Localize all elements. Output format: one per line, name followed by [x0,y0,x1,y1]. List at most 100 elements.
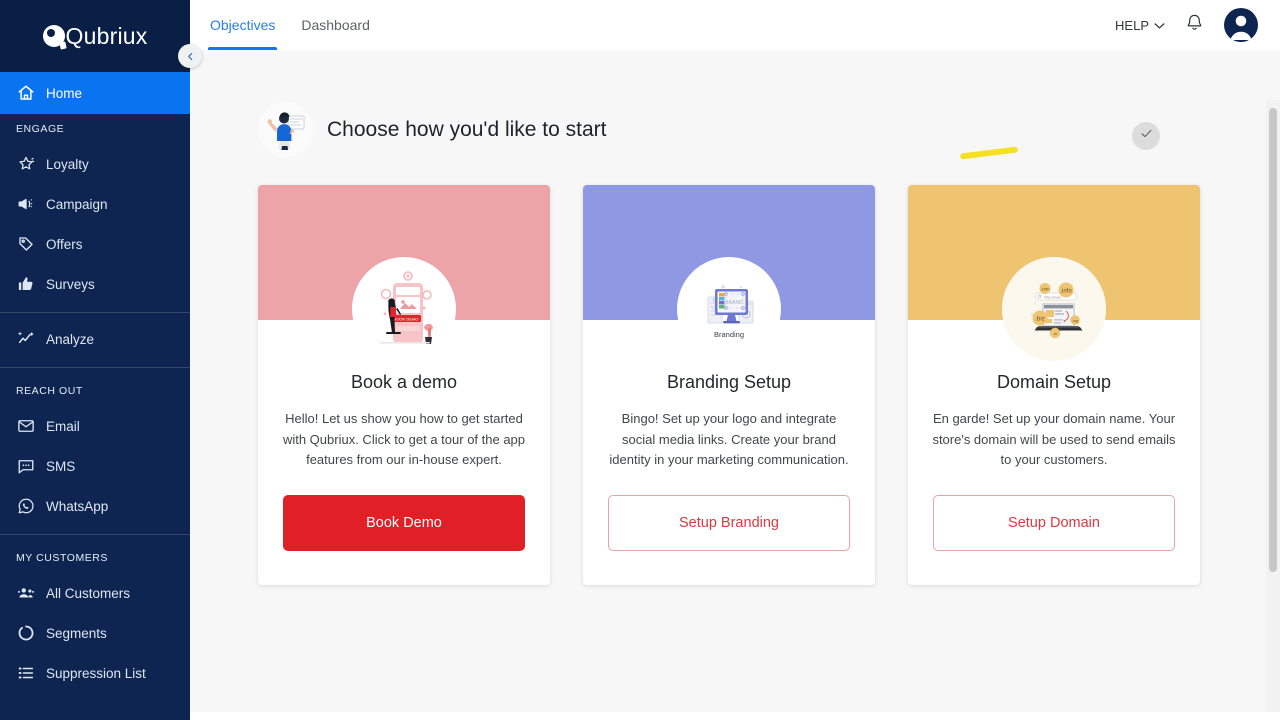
sidebar-divider [0,534,190,535]
svg-text:.biz: .biz [1035,316,1045,323]
sidebar-item-suppression-list[interactable]: Suppression List [0,653,190,693]
check-circle-icon [1139,126,1154,146]
button-label: Setup Branding [679,514,779,531]
sidebar-item-label: Surveys [46,276,95,292]
thumbs-up-icon [16,275,35,294]
sidebar-item-label: Email [46,418,80,434]
sidebar-item-campaign[interactable]: Campaign [0,184,190,224]
sidebar-item-label: WhatsApp [46,498,109,514]
scrollbar-thumb[interactable] [1269,108,1277,572]
sidebar-item-label: Offers [46,236,83,252]
tab-label: Objectives [210,17,276,33]
setup-domain-button[interactable]: Setup Domain [933,494,1175,551]
sidebar-item-label: SMS [46,458,76,474]
analytics-icon [16,330,35,349]
megaphone-icon [16,195,35,214]
tab-dashboard[interactable]: Dashboard [299,0,372,50]
sidebar-item-label: Segments [46,625,107,641]
card-description: En garde! Set up your domain name. Your … [932,411,1176,467]
sidebar-group-mycustomers: MY CUSTOMERS All Customers Segments Supp… [0,537,190,695]
notification-button[interactable] [1185,13,1204,37]
sidebar-item-loyalty[interactable]: Loyalty [0,144,190,184]
topbar-actions: HELP [1115,8,1258,42]
brand-logo[interactable]: Qubriux [0,0,190,72]
main-area: Objectives Dashboard HELP Choose how you… [190,0,1280,720]
sidebar-item-label: Campaign [46,196,108,212]
home-icon [16,84,35,103]
card-description: Hello! Let us show you how to get starte… [282,411,526,467]
sidebar-item-label: Analyze [46,331,95,347]
button-label: Setup Domain [1008,514,1100,531]
help-menu[interactable]: HELP [1115,18,1165,33]
sidebar-collapse-button[interactable] [178,44,202,68]
tag-icon [16,235,35,254]
svg-text:Branding: Branding [714,330,744,339]
button-label: Book Demo [366,514,442,531]
card-domain-setup[interactable]: http://www. .com .info .biz .org .in Dom… [908,185,1200,585]
card-header: BOOK DEMO [258,185,550,361]
topbar: Objectives Dashboard HELP [190,0,1280,50]
card-title: Branding Setup [666,372,792,392]
card-branding-setup[interactable]: BRAND Branding Branding Setup Bingo! Set… [583,185,875,585]
card-book-a-demo[interactable]: BOOK DEMO Book a demo Hello! Let us show… [258,185,550,585]
sidebar-item-label: Suppression List [46,665,146,681]
yellow-highlight-stroke [959,146,1019,160]
tab-objectives[interactable]: Objectives [208,0,278,50]
avatar[interactable] [1224,8,1258,42]
sidebar-item-analyze[interactable]: Analyze [0,319,190,359]
sidebar-divider [0,367,190,368]
tab-label: Dashboard [301,17,370,33]
sidebar-item-segments[interactable]: Segments [0,613,190,653]
chat-bubble-icon [16,457,35,476]
whatsapp-icon [16,497,35,516]
help-label: HELP [1115,17,1149,33]
sidebar-item-whatsapp[interactable]: WhatsApp [0,486,190,526]
bottom-strip [190,712,1280,720]
sidebar-item-surveys[interactable]: Surveys [0,264,190,304]
sidebar-item-sms[interactable]: SMS [0,446,190,486]
star-badge-icon [16,155,35,174]
svg-text:.com: .com [1040,286,1050,291]
chevron-left-icon [185,51,196,62]
list-icon [16,664,35,683]
sidebar-item-email[interactable]: Email [0,406,190,446]
svg-text:BOOK DEMO: BOOK DEMO [394,316,419,321]
sidebar-item-offers[interactable]: Offers [0,224,190,264]
step-complete-badge[interactable] [1132,122,1160,150]
setup-branding-button[interactable]: Setup Branding [608,494,850,551]
app-root: Qubriux Home ENGAGE Loyalty Campaign Off… [0,0,1280,720]
card-title: Book a demo [350,372,458,392]
svg-text:.in: .in [1053,331,1057,336]
sidebar-item-label: Loyalty [46,156,89,172]
content-scroll-area: Choose how you'd like to start BOOK DEMO… [190,50,1280,720]
sidebar-section-label: MY CUSTOMERS [16,552,108,564]
page-heading-row: Choose how you'd like to start [258,102,1224,160]
sidebar-section-label: REACH OUT [16,385,83,397]
sidebar-item-label: All Customers [46,585,131,601]
chevron-down-icon [1154,18,1165,33]
objective-cards: BOOK DEMO Book a demo Hello! Let us show… [258,185,1224,585]
book-demo-button[interactable]: Book Demo [283,494,525,551]
sidebar-divider [0,312,190,313]
people-icon [16,584,35,603]
svg-text:BRAND: BRAND [725,300,743,306]
svg-text:.org: .org [1072,319,1079,323]
page-title: Choose how you'd like to start [327,117,607,141]
top-tabs: Objectives Dashboard [208,0,372,50]
laptop-domain-illustration: http://www. .com .info .biz .org .in [1002,257,1106,361]
sidebar-group-reachout: REACH OUT Email SMS WhatsApp [0,370,190,537]
sidebar-item-label: Home [46,85,83,101]
monitor-branding-illustration: BRAND Branding [677,257,781,361]
card-title: Domain Setup [996,372,1112,392]
svg-text:http://www.: http://www. [1044,295,1062,299]
sidebar-item-all-customers[interactable]: All Customers [0,573,190,613]
svg-text:.info: .info [1060,289,1072,295]
sidebar-section-label: ENGAGE [16,123,65,135]
user-avatar-icon [1224,8,1258,42]
segments-circle-icon [16,624,35,643]
person-mobile-booking-illustration: BOOK DEMO [352,257,456,361]
sidebar-group-engage: ENGAGE Loyalty Campaign Offers Surveys A… [0,114,190,370]
sidebar-item-home[interactable]: Home [0,72,190,114]
envelope-icon [16,417,35,436]
card-header: BRAND Branding [583,185,875,361]
